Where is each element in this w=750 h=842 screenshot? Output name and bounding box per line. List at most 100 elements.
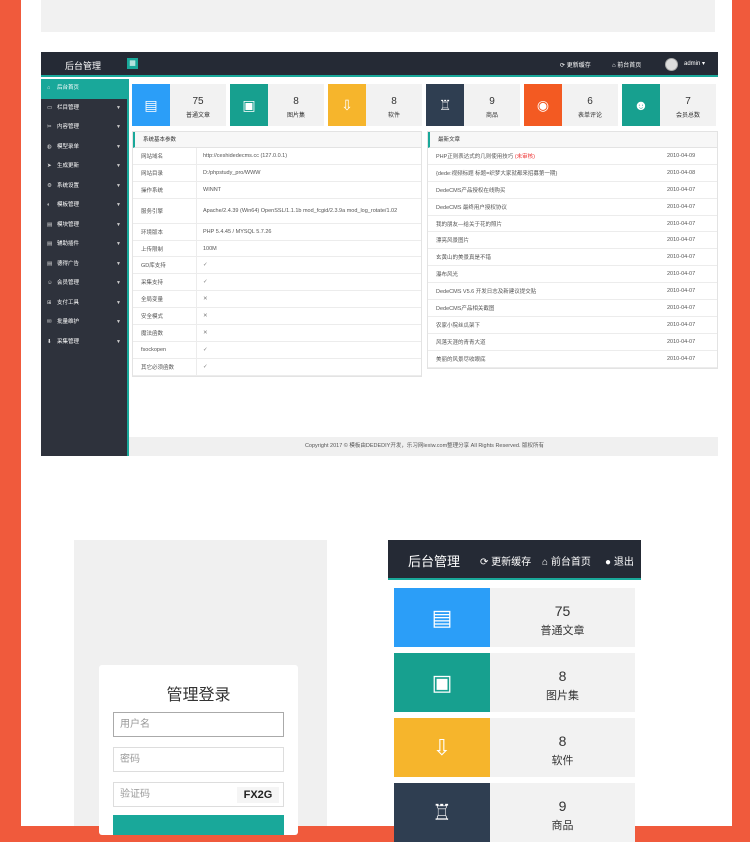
admin-title: 后台管理 [65, 61, 102, 71]
article-row[interactable]: DedeCMS产品授权在线购买 2010-04-07 [428, 182, 717, 199]
zoom-logout-link[interactable]: ● 退出 [605, 553, 634, 568]
article-title[interactable]: 我的朋友—给关于花的照片 [428, 220, 667, 228]
palette-icon: ◐ [47, 202, 51, 208]
article-row[interactable]: 漂亮风景图片 2010-04-07 [428, 232, 717, 250]
zoom-stat-card[interactable]: ♖ 9 商品 [394, 783, 635, 842]
sysinfo-value: WINNT [203, 186, 222, 193]
sysinfo-row: GD库支持 ✓ [133, 257, 421, 275]
article-title[interactable]: 农家小院丝瓜架下 [428, 321, 667, 329]
article-title-text: 美丽的风景尽收眼底 [436, 356, 486, 363]
stat-number: 8 [391, 96, 397, 107]
article-row[interactable]: 瀑布风光 2010-04-07 [428, 266, 717, 284]
article-row[interactable]: DedeCMS 最终用户授权协议 2010-04-07 [428, 199, 717, 216]
article-row[interactable]: DedeCMS V5.6 开发日志及新建议提交贴 2010-04-07 [428, 283, 717, 301]
sysinfo-value: ✕ [203, 329, 208, 336]
stat-number: 7 [685, 96, 691, 107]
article-row[interactable]: 风落天涯的青青大道 2010-04-07 [428, 334, 717, 351]
sidebar-item[interactable]: ⊞ 支付工具 ▼ [41, 294, 127, 314]
article-date: 2010-04-07 [667, 355, 696, 362]
sidebar-item-label: 支付工具 [57, 299, 80, 306]
zoom-refresh-link[interactable]: ⟳ 更新缓存 [480, 553, 531, 568]
zoom-stat-card[interactable]: ⇩ 8 软件 [394, 718, 635, 777]
stat-card[interactable]: ⇩ 8 软件 [328, 84, 422, 126]
article-title[interactable]: 风落天涯的青青大道 [428, 338, 667, 346]
article-row[interactable]: {dede:视频标题 标题=织梦大家就都来招募第一期} 2010-04-08 [428, 165, 717, 182]
article-row[interactable]: 我的朋友—给关于花的照片 2010-04-07 [428, 216, 717, 233]
article-title[interactable]: 美丽的风景尽收眼底 [428, 355, 667, 363]
user-menu[interactable]: admin ▾ [684, 60, 705, 67]
stat-label: 软件 [387, 113, 400, 119]
password-input[interactable]: 密码 [113, 747, 284, 772]
article-title[interactable]: 瀑布风光 [428, 270, 667, 278]
sidebar-item[interactable]: ✉ 批量维护 ▼ [41, 313, 127, 333]
sysinfo-key: 环境版本 [133, 223, 197, 240]
caret-down-icon: ▼ [116, 163, 121, 169]
grid-menu-icon[interactable]: ▦ [127, 58, 138, 69]
sidebar-item-label: 内容管理 [57, 124, 80, 130]
front-home-link[interactable]: ⌂ 前台首页 [612, 60, 641, 69]
stat-number: 6 [587, 96, 593, 107]
sidebar-item[interactable]: ⬇ 采集管理 ▼ [41, 333, 127, 353]
username-input[interactable]: 用户名 [113, 712, 284, 737]
sidebar-item[interactable]: ▤ 辅助插件 ▼ [41, 235, 127, 255]
chat-icon: ◉ [524, 84, 562, 126]
sidebar-item[interactable]: ◐ 模板管理 ▼ [41, 196, 127, 216]
user-icon: ☺ [47, 280, 53, 286]
article-title[interactable]: DedeCMS产品授权在线购买 [428, 186, 667, 194]
sidebar-item[interactable]: ◍ 模型录单 ▼ [41, 138, 127, 158]
download-icon: ⬇ [47, 338, 52, 345]
stat-card[interactable]: ♖ 9 商品 [426, 84, 520, 126]
stat-card[interactable]: ☻ 7 会员总数 [622, 84, 716, 126]
article-title[interactable]: {dede:视频标题 标题=织梦大家就都来招募第一期} [428, 169, 667, 177]
sidebar-item[interactable]: ⌂ 后台首页 [41, 79, 127, 99]
sysinfo-row: 上传限制 100M [133, 240, 421, 258]
article-title-text: 风落天涯的青青大道 [436, 339, 486, 346]
stat-card[interactable]: ◉ 6 表单评论 [524, 84, 618, 126]
sidebar-item[interactable]: ▤ 模块管理 ▼ [41, 216, 127, 236]
captcha-input[interactable]: 验证码 FX2G [113, 782, 284, 807]
sidebar-item[interactable]: ✂ 内容管理 ▼ [41, 118, 127, 138]
caret-down-icon: ▼ [116, 338, 121, 345]
sysinfo-title: 系统基本参数 [133, 132, 421, 148]
download-box-icon: ⇩ [328, 84, 366, 126]
stat-number: 75 [554, 603, 571, 619]
sidebar-item[interactable]: ☺ 会员管理 ▼ [41, 274, 127, 294]
refresh-cache-link[interactable]: ⟳ 更新缓存 [560, 60, 591, 69]
sysinfo-row: 采集支持 ✓ [133, 274, 421, 292]
zoom-stat-card[interactable]: ▣ 8 图片集 [394, 653, 635, 712]
sidebar-item-label: 后台首页 [57, 85, 80, 91]
sysinfo-value: http://ceshidedecms.cc (127.0.0.1) [203, 152, 288, 159]
article-row[interactable]: DedeCMS产品相关截图 2010-04-07 [428, 300, 717, 317]
sidebar-item[interactable]: ▤ 德得广告 ▼ [41, 255, 127, 275]
zoom-stat-card[interactable]: ▤ 75 普通文章 [394, 588, 635, 647]
stat-card[interactable]: ▤ 75 普通文章 [132, 84, 226, 126]
stat-label: 商品 [485, 113, 498, 119]
sidebar-item-label: 德得广告 [57, 260, 80, 267]
article-row[interactable]: 玄黄山的美景真是不错 2010-04-07 [428, 249, 717, 267]
article-title[interactable]: PHP正则表达式的几则使用技巧 (未审核) [428, 152, 667, 160]
sidebar-item[interactable]: ▭ 栏目管理 ▼ [41, 99, 127, 119]
article-title[interactable]: DedeCMS V5.6 开发日志及新建议提交贴 [428, 287, 667, 295]
article-title[interactable]: 漂亮风景图片 [428, 236, 667, 244]
article-title[interactable]: 玄黄山的美景真是不错 [428, 253, 667, 261]
stat-number: 8 [293, 96, 299, 107]
zoom-front-home-link[interactable]: ⌂ 前台首页 [542, 553, 591, 568]
article-title[interactable]: DedeCMS 最终用户授权协议 [428, 203, 667, 211]
articles-panel: 最新文章 PHP正则表达式的几则使用技巧 (未审核) 2010-04-09 {ded… [427, 131, 718, 369]
sidebar-item[interactable]: ➤ 生成更新 ▼ [41, 157, 127, 177]
article-row[interactable]: 美丽的风景尽收眼底 2010-04-07 [428, 351, 717, 368]
caret-down-icon: ▼ [116, 124, 121, 130]
send-icon: ➤ [47, 163, 52, 169]
article-row[interactable]: 农家小院丝瓜架下 2010-04-07 [428, 317, 717, 334]
sysinfo-value: ✓ [203, 279, 208, 286]
sysinfo-row: 全局变量 ✕ [133, 291, 421, 309]
captcha-image[interactable]: FX2G [237, 787, 279, 803]
article-title-text: 我的朋友—给关于花的照片 [436, 221, 503, 228]
folder-icon: ▤ [47, 260, 53, 267]
sidebar-item[interactable]: ⚙ 系统设置 ▼ [41, 177, 127, 197]
stat-card[interactable]: ▣ 8 图片集 [230, 84, 324, 126]
article-title[interactable]: DedeCMS产品相关截图 [428, 304, 667, 312]
article-row[interactable]: PHP正则表达式的几则使用技巧 (未审核) 2010-04-09 [428, 148, 717, 165]
login-button[interactable] [113, 815, 284, 835]
avatar[interactable] [665, 58, 678, 71]
